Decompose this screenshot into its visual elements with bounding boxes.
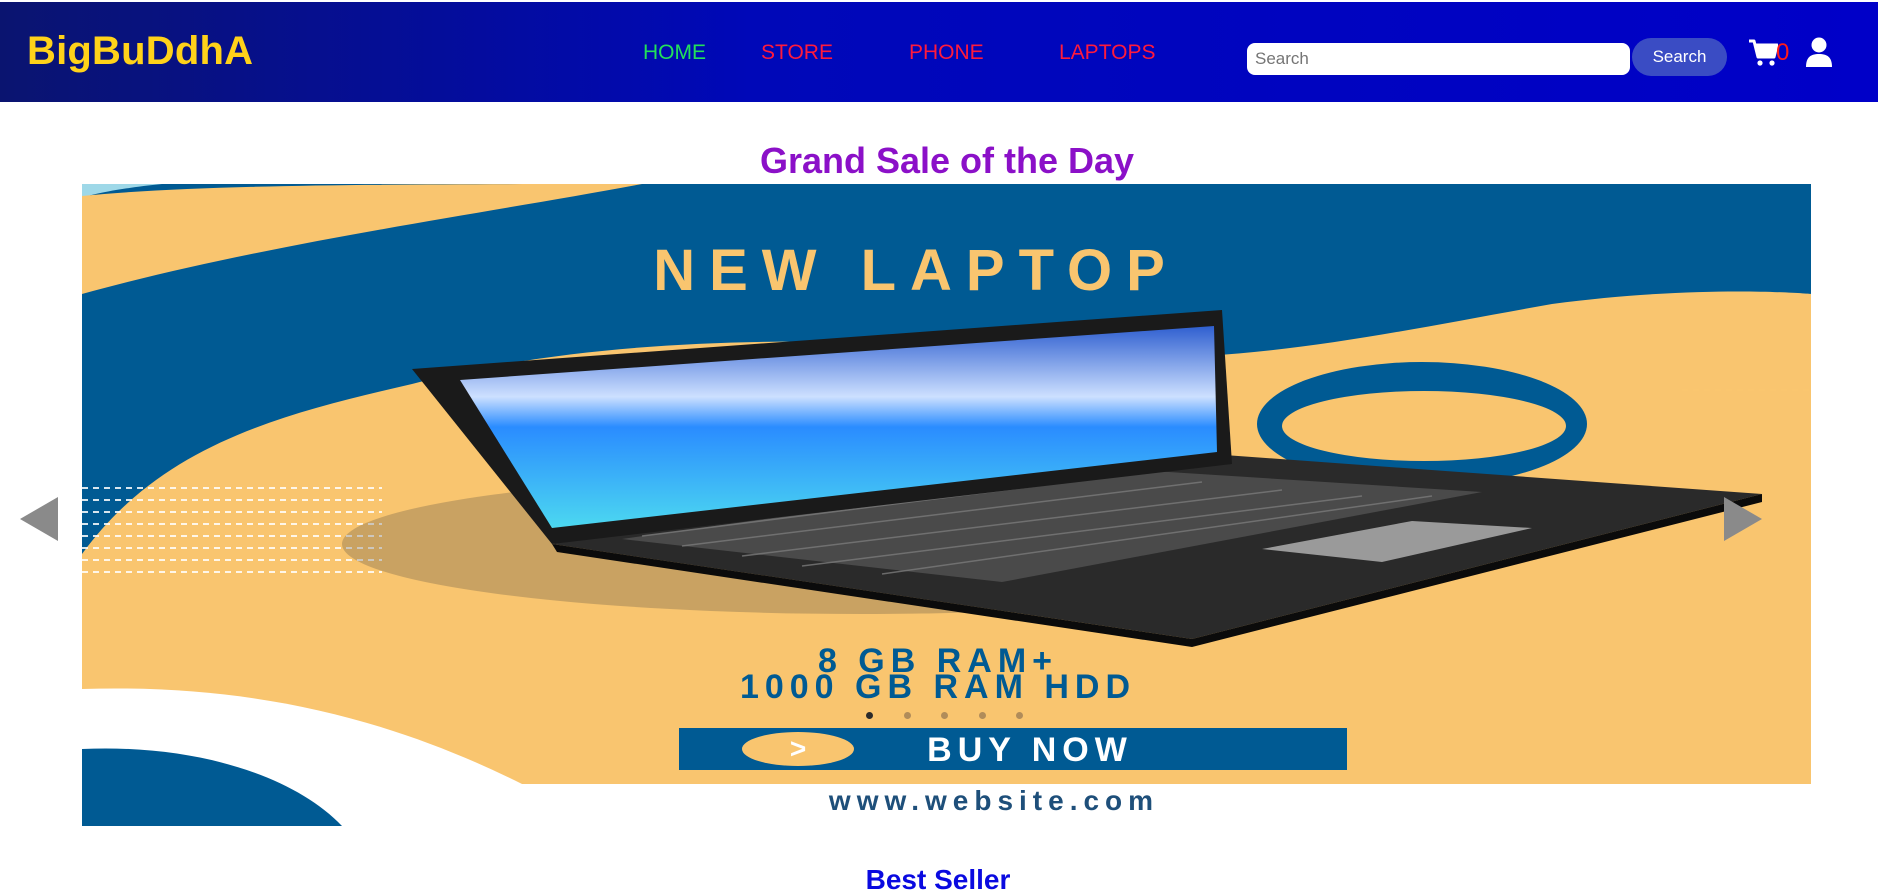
carousel-dot-5[interactable] <box>1016 712 1023 719</box>
page-title: Grand Sale of the Day <box>759 140 1135 181</box>
user-icon[interactable] <box>1806 37 1832 67</box>
brand-logo[interactable]: BigBuDdhA <box>27 28 253 74</box>
search-input[interactable] <box>1247 43 1630 75</box>
banner-cta-label: BUY NOW <box>927 731 1133 769</box>
promo-carousel[interactable]: NEW LAPTOP 8 GB RAM+ 1000 GB RAM HDD > B… <box>82 184 1811 826</box>
section-title-best-seller: Best Seller <box>865 864 1011 895</box>
svg-text:>: > <box>790 733 806 764</box>
nav-link-store[interactable]: STORE <box>761 40 833 66</box>
cart-count-badge: 0 <box>1776 39 1790 66</box>
search-button[interactable]: Search <box>1632 38 1727 76</box>
carousel-next-button[interactable] <box>1724 497 1762 541</box>
nav-link-home[interactable]: HOME <box>643 40 706 66</box>
carousel-dot-1[interactable] <box>866 712 873 719</box>
carousel-prev-button[interactable] <box>20 497 58 541</box>
banner-spec-line-2: 1000 GB RAM HDD <box>740 668 1136 706</box>
nav-link-phone[interactable]: PHONE <box>909 40 984 66</box>
banner-website: www.website.com <box>828 785 1159 816</box>
laptop-banner-image[interactable]: NEW LAPTOP 8 GB RAM+ 1000 GB RAM HDD > B… <box>82 184 1811 826</box>
banner-headline: NEW LAPTOP <box>653 238 1179 303</box>
cart-icon[interactable] <box>1748 38 1778 68</box>
carousel-dot-3[interactable] <box>941 712 948 719</box>
nav-link-laptops[interactable]: LAPTOPS <box>1059 40 1156 66</box>
carousel-dot-2[interactable] <box>904 712 911 719</box>
carousel-dot-4[interactable] <box>979 712 986 719</box>
navbar: BigBuDdhA HOME STORE PHONE LAPTOPS Searc… <box>0 2 1878 102</box>
